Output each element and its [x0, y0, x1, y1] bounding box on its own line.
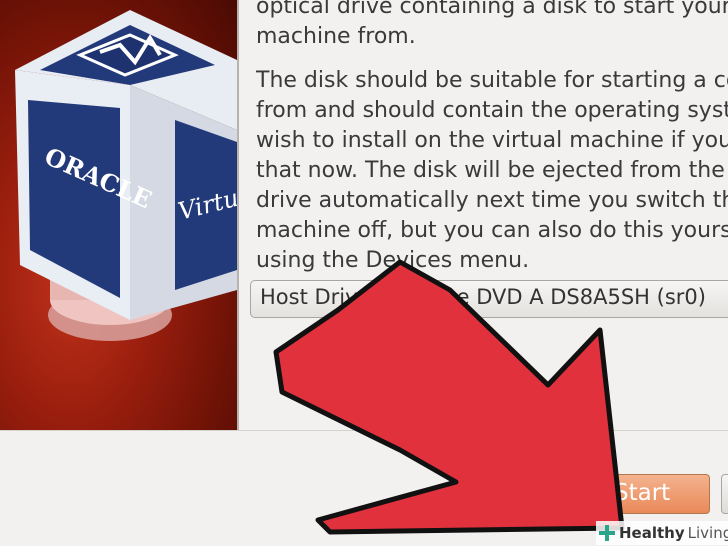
description-line-2: from and should contain the operating sy…: [256, 98, 728, 123]
description-line-1: The disk should be suitable for starting…: [256, 68, 728, 93]
intro-paragraph: optical drive containing a disk to start…: [256, 0, 728, 52]
description-line-3: wish to install on the virtual machine i…: [256, 128, 728, 153]
watermark-text-normal: Living: [687, 524, 728, 542]
description-line-7: using the Devices menu.: [256, 248, 530, 273]
intro-line-1: optical drive containing a disk to start…: [256, 0, 728, 19]
drive-select-value: Host Drive Slimtype DVD A DS8A5SH (sr0): [260, 285, 706, 309]
plus-leaf-icon: [599, 525, 615, 541]
description-line-4: that now. The disk will be ejected from …: [256, 158, 728, 183]
banner-divider: [237, 0, 239, 430]
description-line-5: drive automatically next time you switch…: [256, 188, 728, 213]
start-button[interactable]: Start: [520, 474, 710, 514]
first-start-wizard-dialog: ORACLE Virtu optical drive containing a …: [0, 0, 728, 546]
healthy-living-watermark: Healthy Living: [596, 521, 728, 545]
start-button-label: Start: [614, 480, 671, 506]
intro-line-2: machine from.: [256, 24, 416, 49]
virtualbox-banner: ORACLE Virtu: [0, 0, 237, 430]
button-bar-separator: [0, 430, 728, 431]
cancel-button[interactable]: [721, 474, 728, 514]
description-paragraph: The disk should be suitable for starting…: [256, 66, 728, 276]
drive-select[interactable]: Host Drive Slimtype DVD A DS8A5SH (sr0): [250, 280, 728, 318]
virtualbox-logo-icon: ORACLE Virtu: [15, 10, 237, 341]
watermark-text-bold: Healthy: [619, 524, 685, 542]
description-line-6: machine off, but you can also do this yo…: [256, 218, 728, 243]
